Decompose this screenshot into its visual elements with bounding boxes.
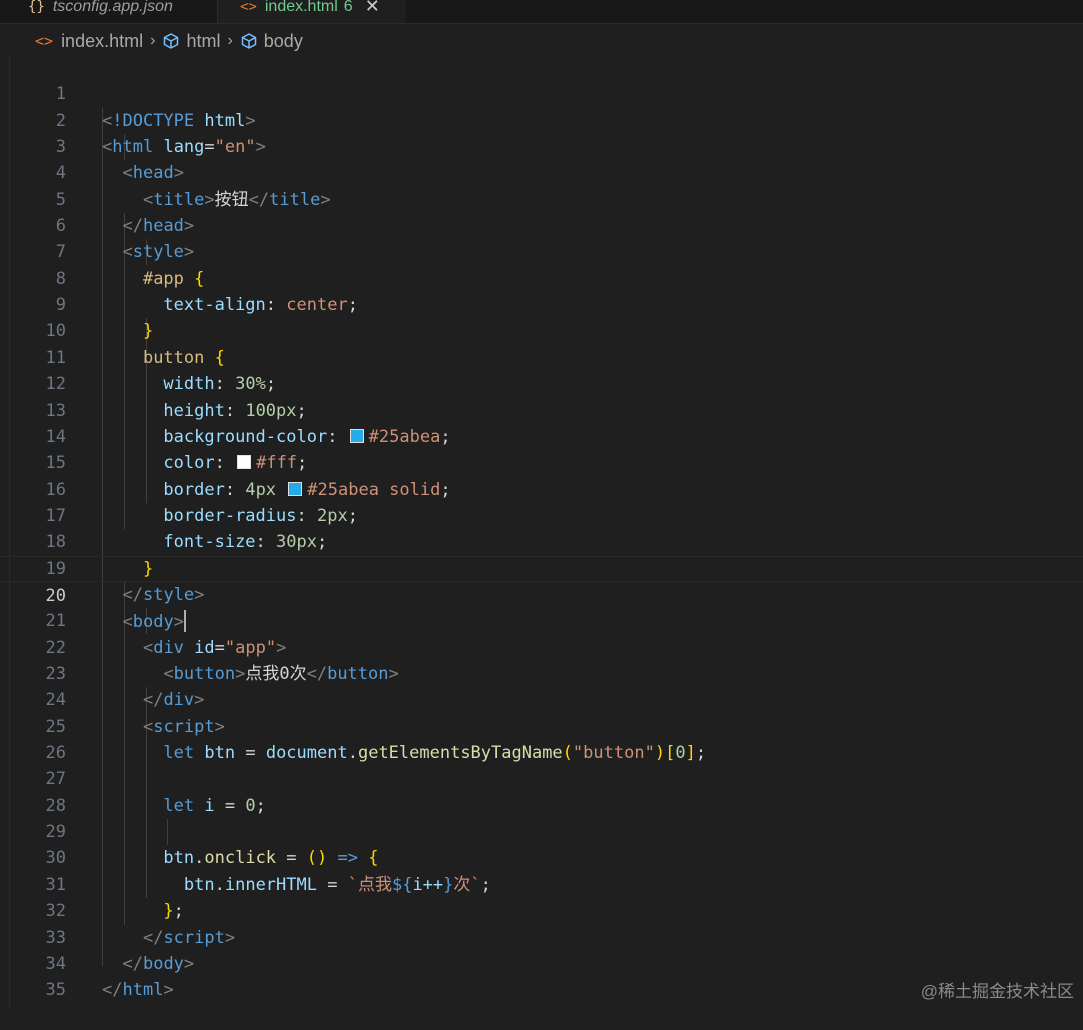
tab-label: tsconfig.app.json: [52, 0, 173, 15]
tab-tsconfig-app-json[interactable]: {} tsconfig.app.json: [0, 0, 218, 23]
code-line: 33 </body>: [0, 898, 1083, 974]
code-line: 31 };: [0, 846, 1083, 921]
code-line: 17 font-size: 30px;: [0, 477, 1083, 552]
code-line: 7 #app {: [0, 213, 1083, 288]
breadcrumb: <> index.html › html › body: [0, 27, 1083, 55]
code-line: 14 color: #fff;: [0, 398, 1083, 473]
code-line: 16 border-radius: 2px;: [0, 450, 1083, 526]
code-line: 12 height: 100px;: [0, 345, 1083, 420]
breadcrumb-label: html: [186, 30, 221, 51]
code-line: 3 <head>: [0, 108, 1083, 183]
html-file-icon: <>: [35, 32, 54, 50]
code-line: 5 </head>: [0, 160, 1083, 236]
code-line: 22 <button>点我0次</button>: [0, 608, 1083, 684]
symbol-element-icon: [162, 32, 180, 50]
code-line: 21 <div id="app">: [0, 582, 1083, 657]
code-line: 18 }: [0, 503, 1083, 578]
watermark: @稀土掘金技术社区: [920, 982, 1074, 1001]
html-file-icon: <>: [240, 0, 257, 15]
code-line-current: 20 <body>: [0, 555, 1083, 633]
tab-label: index.html: [264, 0, 338, 15]
breadcrumb-label: body: [263, 30, 303, 51]
code-line: 19 </style>: [0, 529, 1083, 605]
line-number: 35: [45, 980, 66, 1001]
code-line: 13 background-color: #25abea;: [0, 371, 1083, 447]
code-line: 1 <!DOCTYPE html>: [0, 55, 1083, 130]
code-line: 24 <script>: [0, 661, 1083, 736]
code-line: 27 let i = 0;: [0, 740, 1083, 815]
code-line: 26: [0, 714, 1083, 763]
code-line: 34 </html>: [0, 925, 1083, 1000]
code-line: 29 btn.onclick = () => {: [0, 793, 1083, 868]
code-line: 4 <title>按钮</title>: [0, 134, 1083, 209]
code-line: 8 text-align: center;: [0, 239, 1083, 315]
chevron-right-icon: ›: [150, 32, 156, 49]
code-line: 9 }: [0, 266, 1083, 341]
code-line: 35: [0, 951, 1083, 1000]
code-line: 32 </script>: [0, 872, 1083, 947]
breadcrumb-body[interactable]: body: [240, 31, 303, 52]
code-line: 6 <style>: [0, 187, 1083, 262]
problems-count-badge: 6: [343, 0, 353, 15]
close-icon[interactable]: ✕: [365, 0, 380, 17]
code-line: 11 width: 30%;: [0, 319, 1083, 394]
code-line: 15 border: 4px #25abea solid;: [0, 424, 1083, 499]
code-line: 28: [0, 766, 1083, 816]
tab-index-html[interactable]: <> index.html 6 ✕: [218, 0, 406, 23]
code-editor[interactable]: 1 <!DOCTYPE html> 2 <html lang="en"> 3 <…: [0, 55, 1083, 1008]
breadcrumb-html[interactable]: html: [162, 31, 220, 52]
json-file-icon: {}: [28, 0, 45, 15]
code-line: 30 btn.innerHTML = `点我${i++}次`;: [0, 819, 1083, 894]
code-line: 10 button {: [0, 292, 1083, 367]
code-line: 23 </div>: [0, 635, 1083, 710]
code-line: 25 let btn = document.getElementsByTagNa…: [0, 687, 1083, 763]
chevron-right-icon: ›: [227, 32, 233, 49]
symbol-element-icon: [240, 32, 258, 50]
breadcrumb-file[interactable]: index.html: [61, 31, 143, 52]
tab-bar: {} tsconfig.app.json <> index.html 6 ✕: [0, 0, 1083, 24]
code-line: 2 <html lang="en">: [0, 81, 1083, 157]
